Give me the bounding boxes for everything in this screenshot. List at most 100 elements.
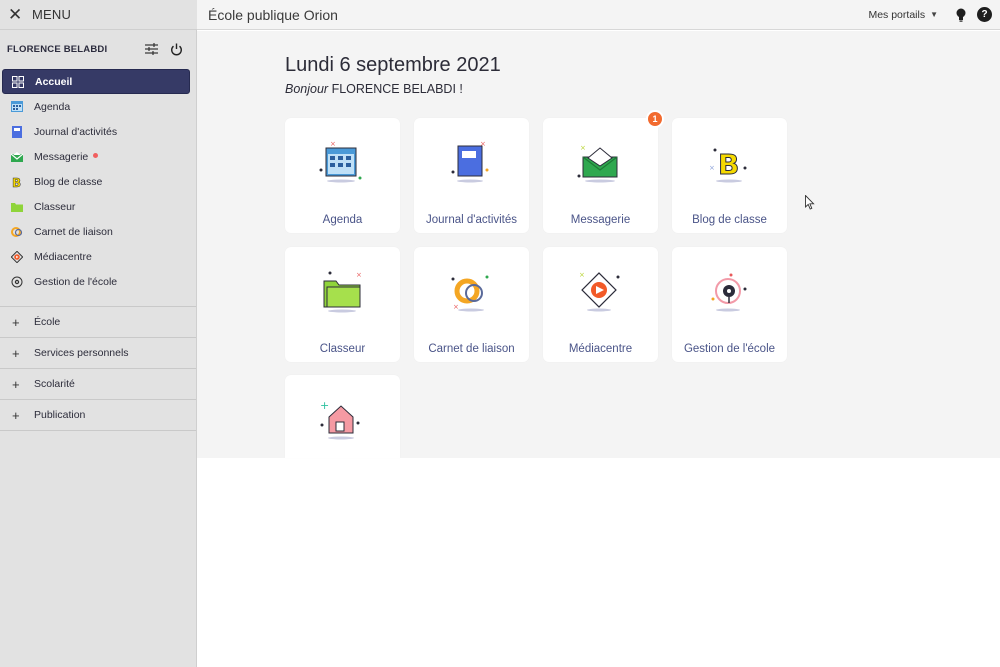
- svg-text:B: B: [718, 148, 739, 181]
- compass-icon: [711, 273, 747, 312]
- help-icon[interactable]: ?: [977, 7, 992, 22]
- sidebar-item-gestion[interactable]: Gestion de l'école: [2, 269, 190, 294]
- section-services-personnels[interactable]: + Services personnels: [0, 338, 196, 369]
- greeting-prefix: Bonjour: [285, 82, 329, 96]
- carnet-icon: ×: [451, 275, 489, 312]
- tile-label: Journal d'activités: [425, 214, 518, 226]
- sidebar-item-label: Carnet de liaison: [34, 225, 113, 238]
- notification-dot: [93, 152, 99, 158]
- sidebar-item-messagerie[interactable]: Messagerie: [2, 144, 190, 169]
- chevron-down-icon: ▼: [930, 10, 938, 19]
- plus-icon: +: [12, 314, 20, 330]
- app-title: École publique Orion: [208, 6, 338, 23]
- top-bar: École publique Orion Mes portails ▼ ?: [197, 0, 1000, 30]
- mouse-cursor-icon: [805, 195, 815, 210]
- calendar-icon: [11, 101, 23, 113]
- sidebar-item-label: Journal d'activités: [34, 125, 118, 138]
- tile-label: Classeur: [319, 343, 366, 355]
- svg-text:×: ×: [330, 140, 336, 148]
- page-title: Lundi 6 septembre 2021: [285, 54, 501, 76]
- plus-icon: +: [12, 376, 20, 392]
- sidebar-item-journal[interactable]: Journal d'activités: [2, 119, 190, 144]
- section-label: Services personnels: [34, 347, 129, 359]
- play-icon: ×: [579, 271, 620, 312]
- journal-icon: [11, 125, 23, 138]
- greeting-name: FLORENCE BELABDI !: [331, 82, 463, 96]
- tile-label: Carnet de liaison: [428, 343, 515, 355]
- svg-text:×: ×: [580, 144, 586, 152]
- svg-text:×: ×: [453, 303, 459, 311]
- calendar-icon: ×: [319, 140, 362, 183]
- sidebar-item-label: Messagerie: [34, 150, 89, 163]
- sidebar-item-label: Gestion de l'école: [34, 275, 118, 288]
- envelope-icon: [11, 151, 23, 163]
- svg-text:×: ×: [356, 271, 362, 279]
- tile-label: Blog de classe: [692, 214, 767, 226]
- section-scolarite[interactable]: + Scolarité: [0, 369, 196, 400]
- plus-icon: +: [12, 407, 20, 423]
- sidebar-item-blog[interactable]: B Blog de classe: [2, 169, 190, 194]
- lightbulb-icon[interactable]: [954, 7, 968, 23]
- tile-mediacentre[interactable]: × Médiacentre: [543, 247, 658, 362]
- menu-toggle[interactable]: ✕ MENU: [0, 0, 197, 30]
- sidebar-nav: Accueil Agenda Journal d'activités Messa…: [0, 68, 196, 294]
- tile-agenda[interactable]: × Agenda: [285, 118, 400, 233]
- close-icon[interactable]: ✕: [8, 6, 26, 23]
- svg-text:×: ×: [480, 140, 486, 148]
- portals-dropdown[interactable]: Mes portails ▼: [868, 9, 938, 21]
- folder-icon: ×: [323, 271, 362, 313]
- section-publication[interactable]: + Publication: [0, 400, 196, 431]
- play-icon: [11, 250, 23, 263]
- tile-label: Agenda: [322, 214, 363, 226]
- tile-blog[interactable]: B × Blog de classe: [672, 118, 787, 233]
- house-icon: +: [320, 399, 360, 440]
- grid-icon: [12, 75, 24, 88]
- plus-icon: +: [12, 345, 20, 361]
- blog-icon: B: [11, 176, 23, 188]
- settings-sliders-icon[interactable]: [144, 42, 158, 56]
- svg-text:+: +: [320, 399, 329, 412]
- power-icon[interactable]: [169, 42, 183, 56]
- sidebar-item-label: Blog de classe: [34, 175, 103, 188]
- svg-text:×: ×: [579, 271, 585, 279]
- user-name: FLORENCE BELABDI: [7, 43, 108, 55]
- svg-text:B: B: [12, 176, 21, 188]
- tile-label: Gestion de l'école: [683, 343, 776, 355]
- section-ecole[interactable]: + École: [0, 307, 196, 338]
- carnet-icon: [11, 226, 23, 238]
- section-label: Scolarité: [34, 378, 75, 390]
- tile-label: Messagerie: [570, 214, 631, 226]
- tile-carnet[interactable]: × Carnet de liaison: [414, 247, 529, 362]
- user-row: FLORENCE BELABDI: [0, 30, 196, 68]
- tile-house[interactable]: +: [285, 375, 400, 458]
- portals-label: Mes portails: [868, 8, 926, 21]
- greeting: Bonjour FLORENCE BELABDI !: [285, 82, 463, 96]
- svg-text:×: ×: [709, 164, 715, 172]
- sidebar-sections: + École + Services personnels + Scolarit…: [0, 306, 196, 431]
- section-label: École: [34, 316, 61, 328]
- section-label: Publication: [34, 409, 86, 421]
- menu-label: MENU: [32, 7, 72, 22]
- sidebar-item-label: Accueil: [35, 75, 73, 88]
- sidebar-item-carnet[interactable]: Carnet de liaison: [2, 219, 190, 244]
- envelope-icon: ×: [577, 144, 618, 183]
- tile-gestion[interactable]: Gestion de l'école: [672, 247, 787, 362]
- main-content: Lundi 6 septembre 2021 Bonjour FLORENCE …: [197, 31, 1000, 458]
- folder-icon: [11, 201, 23, 213]
- tile-label: Médiacentre: [568, 343, 633, 355]
- tile-messagerie[interactable]: 1 × Messagerie: [543, 110, 664, 233]
- tile-classeur[interactable]: × Classeur: [285, 247, 400, 362]
- tile-journal[interactable]: × Journal d'activités: [414, 118, 529, 233]
- sidebar-item-accueil[interactable]: Accueil: [2, 69, 190, 94]
- sidebar-item-mediacentre[interactable]: Médiacentre: [2, 244, 190, 269]
- journal-icon: ×: [451, 140, 489, 183]
- blog-icon: B ×: [709, 148, 747, 183]
- compass-icon: [11, 276, 23, 288]
- sidebar-item-label: Agenda: [34, 100, 71, 113]
- sidebar-item-label: Classeur: [34, 200, 76, 213]
- sidebar: FLORENCE BELABDI Accueil Agenda Journal …: [0, 30, 197, 667]
- sidebar-item-agenda[interactable]: Agenda: [2, 94, 190, 119]
- sidebar-item-classeur[interactable]: Classeur: [2, 194, 190, 219]
- sidebar-item-label: Médiacentre: [34, 250, 92, 263]
- notification-badge: 1: [646, 110, 664, 128]
